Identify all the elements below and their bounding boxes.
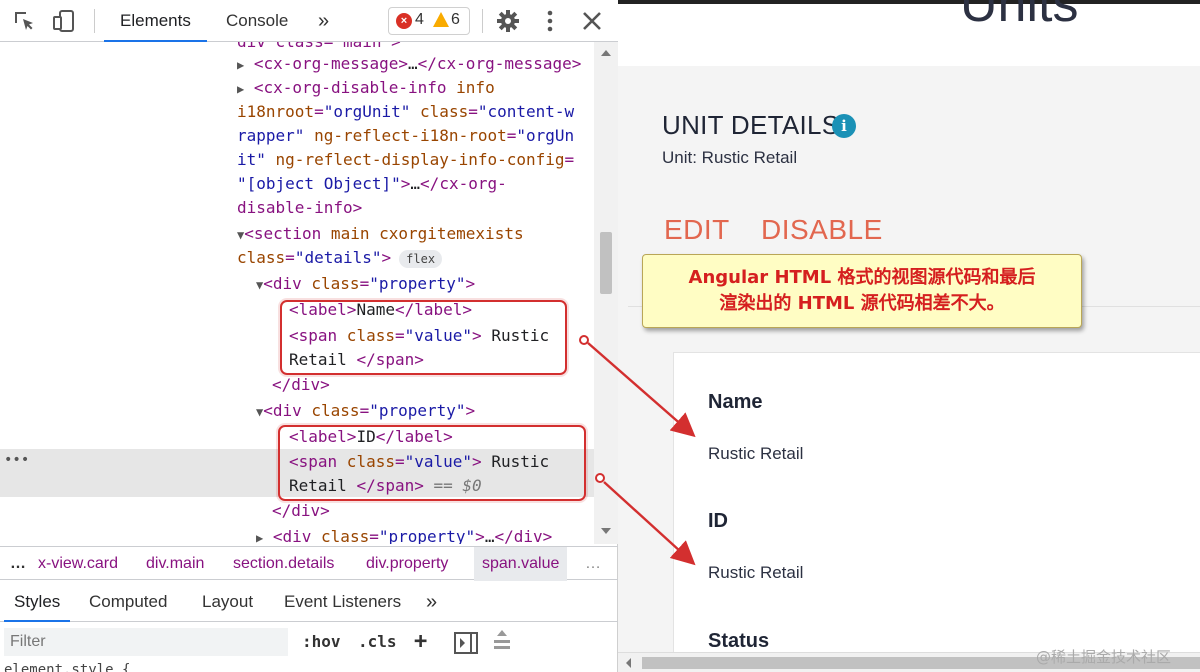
tab-styles[interactable]: Styles (4, 582, 71, 622)
note-text: 格式的视图源代码和最后 (831, 267, 1036, 288)
scroll-down-icon[interactable] (601, 528, 611, 534)
toolbar-separator (94, 9, 95, 33)
tree-line[interactable]: </div> (272, 499, 330, 523)
tab-event-listeners[interactable]: Event Listeners (284, 582, 401, 622)
breadcrumb-item[interactable]: div.property (366, 547, 448, 581)
note-text: HTML (797, 293, 855, 314)
scroll-left-icon[interactable] (626, 658, 631, 668)
note-text: 源代码相差不大。 (854, 293, 1005, 314)
breadcrumb-overflow-left[interactable]: … (10, 547, 26, 581)
tab-elements[interactable]: Elements (104, 0, 207, 42)
issues-counter[interactable]: × 4 6 (388, 7, 470, 35)
toolbar-separator (482, 9, 483, 33)
expand-triangle-icon[interactable]: ▶ (237, 58, 244, 72)
scroll-up-icon[interactable] (601, 50, 611, 56)
gear-icon[interactable] (496, 9, 520, 33)
warning-icon (433, 12, 449, 27)
property-label-name: Name (708, 391, 763, 413)
tab-computed[interactable]: Computed (89, 582, 167, 622)
styles-tabs: Styles Computed Layout Event Listeners » (0, 582, 618, 622)
breadcrumb-item-selected[interactable]: span.value (474, 547, 568, 581)
node-actions-icon[interactable]: ••• (4, 452, 29, 468)
device-toolbar-icon[interactable] (52, 9, 76, 33)
page-title: Units (960, 0, 1079, 33)
flex-badge[interactable]: flex (399, 249, 443, 268)
error-icon: × (396, 13, 412, 29)
toggle-sidebar-icon[interactable] (454, 632, 478, 654)
note-text: 渲染出的 (719, 293, 798, 314)
property-value-name: Rustic Retail (708, 444, 804, 463)
breadcrumb-item[interactable]: x-view.card (38, 547, 118, 581)
filter-input[interactable] (4, 628, 288, 656)
tree-line[interactable]: it" ng-reflect-display-info-config= (237, 148, 574, 172)
cls-toggle[interactable]: .cls (358, 628, 397, 656)
tree-line[interactable]: ▶ <cx-org-disable-info info (237, 76, 495, 100)
note-text: Angular HTML (688, 267, 832, 288)
page-header: Units (618, 0, 1200, 66)
devtools-toolbar: Elements Console » × 4 6 (0, 0, 618, 42)
elements-tree: ••• div class="main"> ▶ <cx-org-message>… (0, 42, 594, 544)
styles-scrollbar-icon[interactable] (492, 628, 512, 656)
tree-line[interactable]: ▼<div class="property"> (256, 399, 475, 423)
expand-triangle-icon[interactable]: ▶ (237, 82, 244, 96)
property-label-id: ID (708, 510, 728, 532)
error-count: 4 (415, 11, 424, 28)
more-tabs-icon[interactable]: » (318, 0, 329, 42)
annotation-note: Angular HTML 格式的视图源代码和最后 渲染出的 HTML 源代码相差… (642, 254, 1082, 328)
highlight-box-name (280, 300, 567, 375)
scrollbar-thumb[interactable] (600, 232, 612, 294)
tree-line[interactable]: ▶ <cx-org-message>…</cx-org-message> (237, 52, 581, 76)
breadcrumb-item[interactable]: section.details (233, 547, 334, 581)
tab-console[interactable]: Console (226, 0, 288, 42)
kebab-menu-icon[interactable] (538, 9, 562, 33)
info-icon[interactable]: i (832, 114, 856, 138)
breadcrumb-overflow-right[interactable]: … (585, 547, 601, 581)
devtools-panel: Elements Console » × 4 6 ••• ▶ <cx-org-m… (0, 0, 618, 672)
tree-line[interactable]: ▶ <div class="property">…</div> (256, 525, 552, 544)
disable-button[interactable]: DISABLE (761, 214, 883, 246)
rendered-page: Units UNIT DETAILS i Unit: Rustic Retail… (618, 0, 1200, 672)
element-style-rule: element.style { (4, 662, 131, 672)
inspect-icon[interactable] (12, 9, 36, 33)
warning-count: 6 (451, 11, 460, 28)
edit-button[interactable]: EDIT (664, 214, 730, 246)
tree-line[interactable]: ▼<section main cxorgitemexists (237, 222, 524, 246)
close-icon[interactable] (580, 9, 604, 33)
tree-line[interactable]: rapper" ng-reflect-i18n-root="orgUn (237, 124, 574, 148)
more-tabs-icon[interactable]: » (426, 582, 437, 622)
unit-details-title: UNIT DETAILS (662, 110, 840, 140)
tree-line[interactable]: ▼<div class="property"> (256, 272, 475, 296)
tree-line[interactable]: disable-info> (237, 196, 362, 220)
expand-triangle-icon[interactable]: ▶ (256, 531, 263, 544)
tree-line[interactable]: "[object Object]">…</cx-org- (237, 172, 507, 196)
hov-toggle[interactable]: :hov (302, 628, 341, 656)
unit-subtitle: Unit: Rustic Retail (662, 148, 798, 167)
tree-line[interactable]: i18nroot="orgUnit" class="content-w (237, 100, 574, 124)
watermark: @稀土掘金技术社区 (1036, 648, 1172, 666)
breadcrumb-item[interactable]: div.main (146, 547, 204, 581)
styles-filter-bar: :hov .cls + (0, 624, 618, 660)
property-label-status: Status (708, 630, 770, 652)
tree-line[interactable]: </div> (272, 373, 330, 397)
tab-layout[interactable]: Layout (202, 582, 253, 622)
breadcrumb: … x-view.card div.main section.details d… (0, 546, 618, 581)
property-value-id: Rustic Retail (708, 563, 804, 582)
tree-line[interactable]: class="details"> flex (237, 246, 443, 270)
elements-scrollbar[interactable] (594, 42, 618, 544)
new-style-rule-button[interactable]: + (414, 628, 427, 656)
highlight-box-id (278, 425, 586, 501)
